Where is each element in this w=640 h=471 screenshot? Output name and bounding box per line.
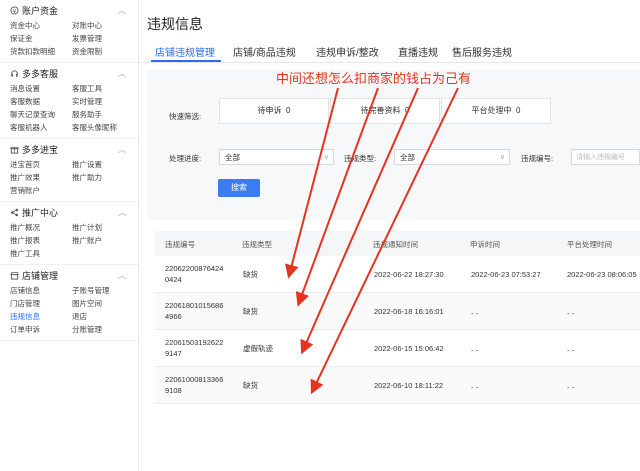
- annotation-arrow: [310, 87, 459, 395]
- annotation-arrow: [300, 87, 419, 355]
- annotation-arrows: [284, 87, 459, 395]
- annotation-arrow: [284, 87, 339, 279]
